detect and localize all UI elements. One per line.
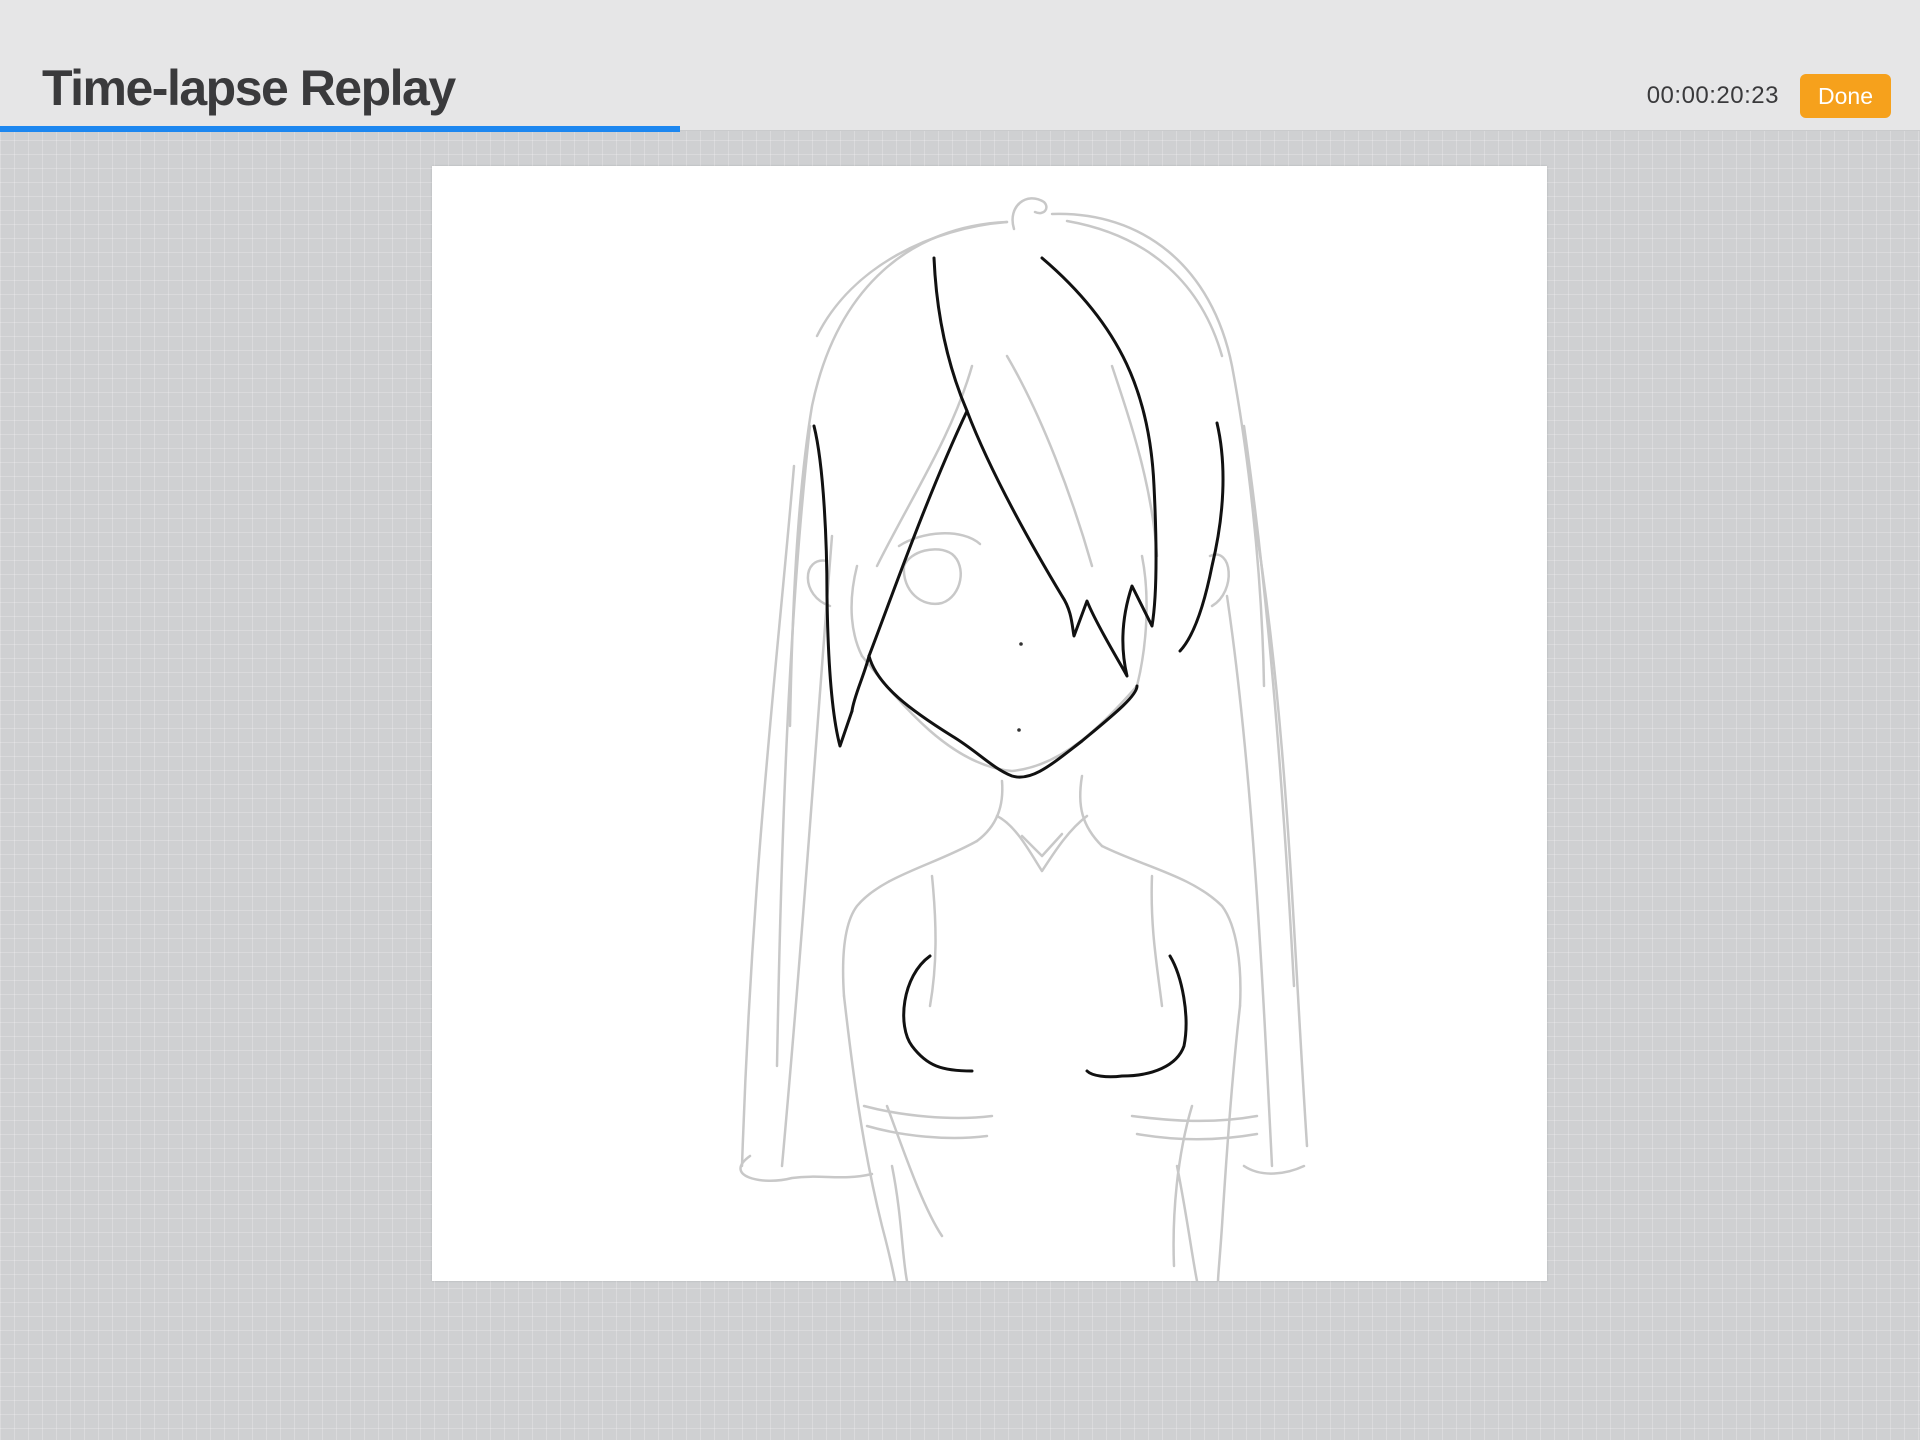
drawing-canvas xyxy=(432,166,1547,1281)
replay-progress-fill xyxy=(0,126,680,132)
drawing-artwork xyxy=(739,197,1309,1281)
replay-timer: 00:00:20:23 xyxy=(1646,82,1779,109)
replay-progress-bar[interactable] xyxy=(0,126,1920,132)
done-button[interactable]: Done xyxy=(1800,74,1891,118)
sketch-layer xyxy=(739,197,1309,1281)
ink-layer xyxy=(812,256,1225,1079)
replay-header: Time-lapse Replay 00:00:20:23 Done xyxy=(0,0,1920,131)
page-title: Time-lapse Replay xyxy=(42,60,456,116)
face-dots xyxy=(1017,642,1023,732)
